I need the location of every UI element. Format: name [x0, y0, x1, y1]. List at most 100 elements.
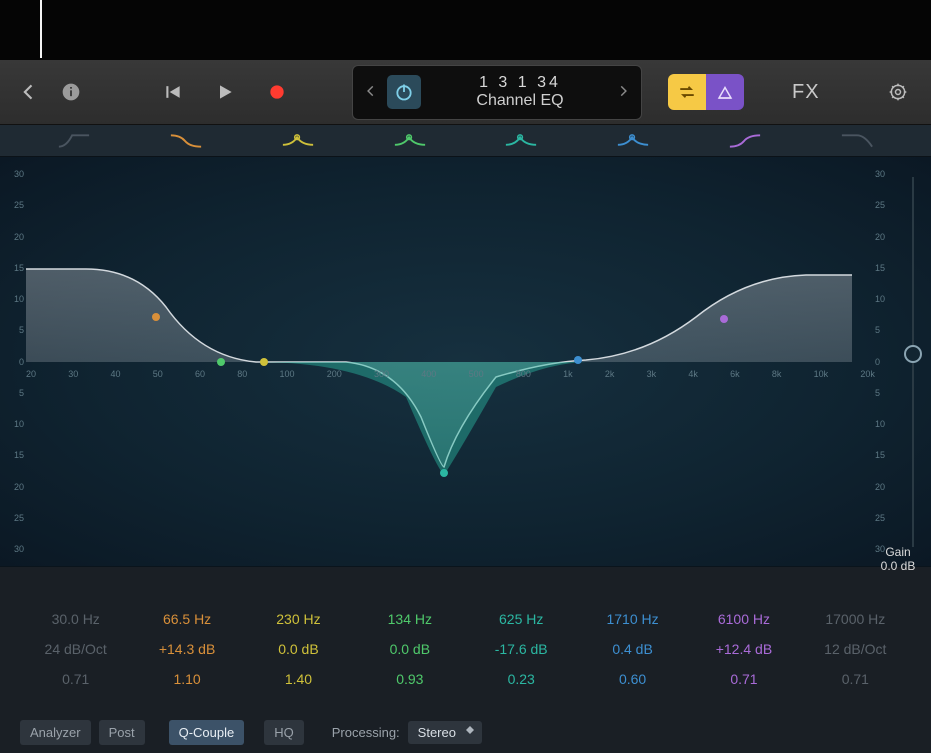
master-gain-slider[interactable] — [901, 157, 925, 566]
band-2-toggle[interactable] — [130, 125, 242, 156]
next-plugin-button[interactable] — [613, 82, 633, 103]
axis-tick: 2k — [605, 369, 615, 379]
band-3-freq[interactable]: 230 Hz — [243, 611, 354, 627]
band-1-freq[interactable]: 30.0 Hz — [20, 611, 131, 627]
band-4-toggle[interactable] — [354, 125, 466, 156]
axis-tick: 15 — [875, 263, 897, 273]
gain-readout: Gain 0.0 dB — [871, 545, 925, 573]
axis-tick: 25 — [875, 513, 897, 523]
axis-tick: 5 — [875, 325, 897, 335]
axis-tick: 5 — [875, 388, 897, 398]
band-8-freq[interactable]: 17000 Hz — [800, 611, 911, 627]
processing-select[interactable]: Stereo — [408, 721, 482, 744]
axis-tick: 400 — [421, 369, 436, 379]
axis-tick: 50 — [153, 369, 163, 379]
band-8-toggle[interactable] — [801, 125, 913, 156]
band-1-toggle[interactable] — [18, 125, 130, 156]
band-6-gain[interactable]: 0.4 dB — [577, 641, 688, 657]
band-5-gain[interactable]: -17.6 dB — [466, 641, 577, 657]
preset-button[interactable] — [706, 74, 744, 110]
axis-tick: 300 — [374, 369, 389, 379]
hq-toggle[interactable]: HQ — [264, 720, 304, 745]
x-axis: 2030405060801002003004005008001k2k3k4k6k… — [26, 369, 875, 379]
band-3-toggle[interactable] — [242, 125, 354, 156]
power-button[interactable] — [387, 75, 421, 109]
axis-tick: 30 — [2, 169, 24, 179]
play-button[interactable] — [208, 75, 242, 109]
axis-tick: 15 — [2, 263, 24, 273]
band-3-q[interactable]: 1.40 — [243, 671, 354, 687]
gain-value[interactable]: 0.0 dB — [871, 559, 925, 573]
axis-tick: 15 — [875, 450, 897, 460]
axis-tick: 200 — [327, 369, 342, 379]
axis-tick: 40 — [111, 369, 121, 379]
axis-tick: 20k — [860, 369, 875, 379]
bottom-bar: Analyzer Post Q-Couple HQ Processing: St… — [0, 711, 931, 753]
band-7-q[interactable]: 0.71 — [688, 671, 799, 687]
analyzer-toggle[interactable]: Analyzer — [20, 720, 91, 745]
info-button[interactable] — [54, 75, 88, 109]
rewind-button[interactable] — [156, 75, 190, 109]
band-5-q[interactable]: 0.23 — [466, 671, 577, 687]
eq-graph[interactable]: 30252015105051015202530 3025201510505101… — [0, 157, 931, 567]
axis-tick: 20 — [26, 369, 36, 379]
axis-tick: 6k — [730, 369, 740, 379]
settings-button[interactable] — [881, 75, 915, 109]
band-5-freq[interactable]: 625 Hz — [466, 611, 577, 627]
axis-tick: 25 — [2, 513, 24, 523]
fx-label[interactable]: FX — [792, 81, 820, 104]
axis-tick: 20 — [875, 482, 897, 492]
band-6-freq[interactable]: 1710 Hz — [577, 611, 688, 627]
axis-tick: 10 — [2, 294, 24, 304]
band-3-gain[interactable]: 0.0 dB — [243, 641, 354, 657]
band-6-toggle[interactable] — [577, 125, 689, 156]
back-button[interactable] — [12, 75, 46, 109]
plugin-name[interactable]: Channel EQ — [427, 92, 613, 110]
band-5-toggle[interactable] — [466, 125, 578, 156]
axis-tick: 100 — [280, 369, 295, 379]
compare-button[interactable] — [668, 74, 706, 110]
y-axis-left: 30252015105051015202530 — [2, 157, 24, 566]
band-6-q[interactable]: 0.60 — [577, 671, 688, 687]
band-2-freq[interactable]: 66.5 Hz — [131, 611, 242, 627]
band-8-q[interactable]: 0.71 — [800, 671, 911, 687]
band-4-gain[interactable]: 0.0 dB — [354, 641, 465, 657]
mode-buttons — [668, 74, 744, 110]
band-2-gain[interactable]: +14.3 dB — [131, 641, 242, 657]
callout-line — [40, 0, 42, 58]
axis-tick: 80 — [237, 369, 247, 379]
band-7-toggle[interactable] — [689, 125, 801, 156]
band-selector-row — [0, 125, 931, 157]
axis-tick: 0 — [2, 357, 24, 367]
band-1-q[interactable]: 0.71 — [20, 671, 131, 687]
axis-tick: 5 — [2, 388, 24, 398]
axis-tick: 1k — [563, 369, 573, 379]
position-readout: 1 3 1 34 — [427, 74, 613, 92]
post-toggle[interactable]: Post — [99, 720, 145, 745]
band-4-q[interactable]: 0.93 — [354, 671, 465, 687]
gain-thumb[interactable] — [904, 345, 922, 363]
axis-tick: 8k — [772, 369, 782, 379]
parameter-grid: 30.0 Hz66.5 Hz230 Hz134 Hz625 Hz1710 Hz6… — [0, 567, 931, 711]
band-7-freq[interactable]: 6100 Hz — [688, 611, 799, 627]
axis-tick: 20 — [875, 232, 897, 242]
y-axis-right: 30252015105051015202530 — [875, 157, 897, 566]
band-7-gain[interactable]: +12.4 dB — [688, 641, 799, 657]
axis-tick: 30 — [68, 369, 78, 379]
gain-label: Gain — [871, 545, 925, 559]
plugin-display: 1 3 1 34 Channel EQ — [352, 65, 642, 120]
record-button[interactable] — [260, 75, 294, 109]
band-8-gain[interactable]: 12 dB/Oct — [800, 641, 911, 657]
axis-tick: 5 — [2, 325, 24, 335]
prev-plugin-button[interactable] — [361, 82, 381, 103]
qcouple-toggle[interactable]: Q-Couple — [169, 720, 245, 745]
transport — [156, 75, 294, 109]
axis-tick: 800 — [516, 369, 531, 379]
axis-tick: 60 — [195, 369, 205, 379]
axis-tick: 30 — [2, 544, 24, 554]
eq-curve[interactable] — [26, 167, 852, 557]
axis-tick: 25 — [875, 200, 897, 210]
band-4-freq[interactable]: 134 Hz — [354, 611, 465, 627]
band-2-q[interactable]: 1.10 — [131, 671, 242, 687]
band-1-gain[interactable]: 24 dB/Oct — [20, 641, 131, 657]
